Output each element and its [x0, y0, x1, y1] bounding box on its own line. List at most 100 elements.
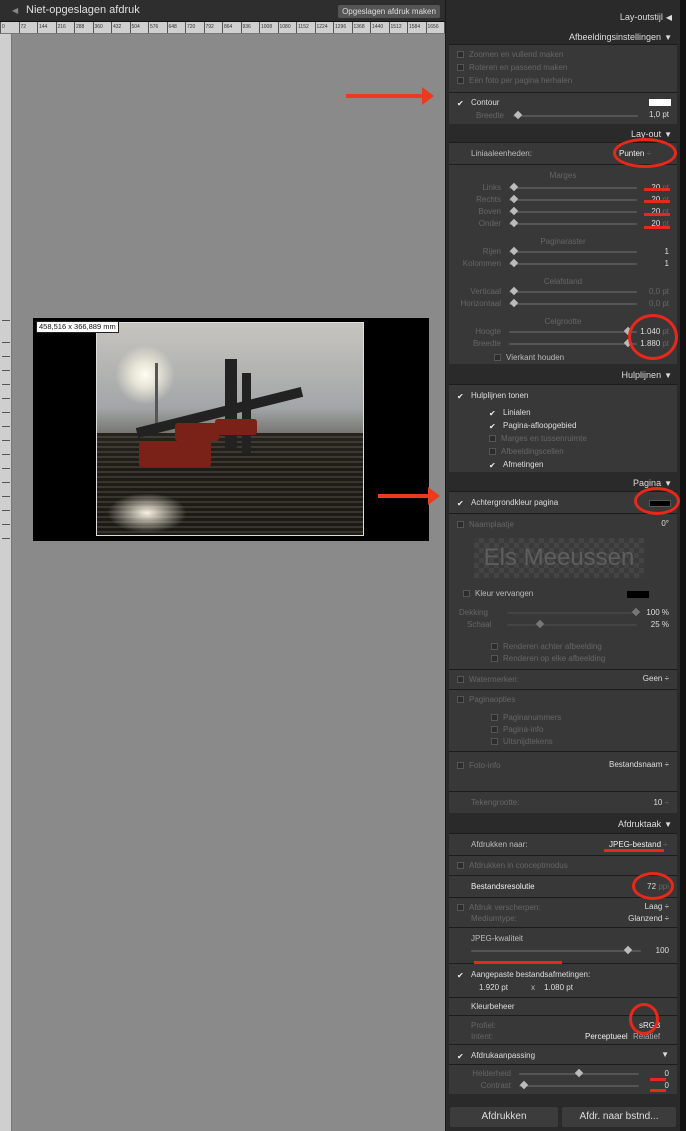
- slider-thumb[interactable]: [509, 182, 519, 192]
- checkbox[interactable]: [457, 64, 464, 71]
- scale-slider-thumb[interactable]: [535, 619, 545, 629]
- checkmark-icon[interactable]: ✔: [489, 408, 498, 418]
- checkbox[interactable]: [491, 726, 498, 733]
- checkmark-icon[interactable]: ✔: [457, 1051, 466, 1061]
- save-print-button[interactable]: Opgeslagen afdruk maken: [338, 5, 440, 18]
- panel-print-job-header[interactable]: Afdruktaak ▼: [446, 817, 680, 831]
- width-slider-thumb[interactable]: [513, 110, 523, 120]
- checkbox[interactable]: [457, 696, 464, 703]
- checkbox[interactable]: [489, 435, 496, 442]
- contour-color-swatch[interactable]: [649, 99, 671, 106]
- slider-track[interactable]: [509, 343, 637, 345]
- slider-track[interactable]: [509, 187, 637, 189]
- checkmark-icon[interactable]: ✔: [457, 98, 466, 108]
- checkmark-icon[interactable]: ✔: [457, 970, 466, 980]
- slider-thumb[interactable]: [509, 218, 519, 228]
- checkmark-icon[interactable]: ✔: [489, 460, 498, 470]
- guide-option[interactable]: Afbeeldingscellen: [489, 446, 669, 457]
- jpeg-quality-slider[interactable]: [471, 950, 641, 952]
- collapse-triangle-icon[interactable]: ◀: [12, 6, 18, 15]
- contour-toggle[interactable]: ✔ Contour: [457, 97, 669, 108]
- slider-thumb[interactable]: [509, 286, 519, 296]
- slider-value[interactable]: 0,0 pt: [649, 287, 669, 296]
- slider-track[interactable]: [509, 199, 637, 201]
- opacity-slider[interactable]: [507, 612, 637, 614]
- jpeg-quality-thumb[interactable]: [623, 945, 633, 955]
- media-select[interactable]: Glanzend ÷: [628, 914, 669, 923]
- slider-track[interactable]: [509, 263, 637, 265]
- option-repeat-photo[interactable]: Eén foto per pagina herhalen: [457, 75, 669, 86]
- guide-option[interactable]: ✔ Afmetingen: [489, 459, 669, 470]
- checkbox[interactable]: [457, 676, 464, 683]
- checkbox[interactable]: [457, 904, 464, 911]
- page-info-toggle[interactable]: Pagina-info: [491, 724, 669, 735]
- font-size-select[interactable]: 10 ÷: [653, 798, 669, 807]
- checkbox[interactable]: [494, 354, 501, 361]
- checkbox[interactable]: [457, 762, 464, 769]
- collapse-triangle-icon[interactable]: ▼: [661, 1050, 669, 1059]
- checkmark-icon[interactable]: ✔: [457, 391, 466, 401]
- photo-info-select[interactable]: Bestandsnaam ÷: [609, 760, 669, 769]
- slider-thumb[interactable]: [509, 258, 519, 268]
- draft-mode-toggle[interactable]: Afdrukken in conceptmodus: [457, 860, 669, 871]
- jpeg-quality-value[interactable]: 100: [656, 946, 669, 955]
- slider-thumb[interactable]: [509, 206, 519, 216]
- slider-thumb[interactable]: [509, 246, 519, 256]
- watermark-toggle[interactable]: Watermerken:: [457, 674, 669, 685]
- custom-size-toggle[interactable]: ✔ Aangepaste bestandsafmetingen:: [457, 969, 669, 980]
- contrast-slider-thumb[interactable]: [519, 1080, 529, 1090]
- intent-perceptual-option[interactable]: Perceptueel: [585, 1032, 628, 1041]
- slider-value[interactable]: 1: [665, 247, 669, 256]
- checkbox[interactable]: [491, 655, 498, 662]
- sharpen-toggle[interactable]: Afdruk verscherpen:: [457, 902, 669, 913]
- print-to-select[interactable]: JPEG-bestand ÷: [609, 840, 668, 849]
- checkmark-icon[interactable]: ✔: [457, 498, 466, 508]
- page-numbers-toggle[interactable]: Paginanummers: [491, 712, 669, 723]
- width-slider[interactable]: [513, 115, 638, 117]
- checkbox[interactable]: [491, 714, 498, 721]
- checkbox[interactable]: [463, 590, 470, 597]
- checkbox[interactable]: [491, 738, 498, 745]
- checkbox[interactable]: [457, 862, 464, 869]
- panel-image-settings-header[interactable]: Afbeeldingsinstellingen ▼: [446, 30, 680, 44]
- guide-option[interactable]: ✔ Pagina-afloopgebied: [489, 420, 669, 431]
- option-zoom-fill[interactable]: Zoomen en vullend maken: [457, 49, 669, 60]
- panel-layout-style-header[interactable]: Lay-outstijl ◀: [446, 10, 680, 24]
- guide-option[interactable]: ✔ Linialen: [489, 407, 669, 418]
- print-button[interactable]: Afdrukken: [450, 1107, 558, 1127]
- option-rotate-fit[interactable]: Roteren en passend maken: [457, 62, 669, 73]
- checkbox[interactable]: [491, 643, 498, 650]
- slider-track[interactable]: [509, 251, 637, 253]
- slider-track[interactable]: [509, 291, 637, 293]
- checkbox[interactable]: [457, 51, 464, 58]
- slider-value[interactable]: 1: [665, 259, 669, 268]
- checkbox[interactable]: [457, 77, 464, 84]
- nameplate-preview[interactable]: Els Meeussen: [474, 538, 644, 578]
- slider-thumb[interactable]: [509, 298, 519, 308]
- print-to-file-button[interactable]: Afdr. naar bstnd...: [562, 1107, 676, 1127]
- opacity-slider-thumb[interactable]: [631, 607, 641, 617]
- brightness-slider-thumb[interactable]: [574, 1068, 584, 1078]
- nameplate-toggle[interactable]: Naamplaatje: [457, 519, 669, 530]
- slider-track[interactable]: [509, 303, 637, 305]
- render-behind-toggle[interactable]: Renderen achter afbeelding: [491, 641, 669, 652]
- brightness-value[interactable]: 0: [665, 1069, 669, 1078]
- slider-thumb[interactable]: [509, 194, 519, 204]
- print-adjust-toggle[interactable]: ✔ Afdrukaanpassing: [457, 1050, 669, 1061]
- photo-cell[interactable]: [96, 322, 364, 536]
- page-options-toggle[interactable]: Paginaopties: [457, 694, 669, 705]
- panel-guides-header[interactable]: Hulplijnen ▼: [446, 368, 680, 382]
- scale-slider[interactable]: [507, 624, 637, 626]
- contrast-slider[interactable]: [519, 1085, 639, 1087]
- nameplate-angle[interactable]: 0°: [661, 519, 669, 528]
- slider-track[interactable]: [509, 331, 637, 333]
- custom-height-field[interactable]: 1.080 pt: [544, 983, 573, 992]
- slider-track[interactable]: [509, 223, 637, 225]
- replace-color-swatch[interactable]: [627, 591, 649, 598]
- render-each-toggle[interactable]: Renderen op elke afbeelding: [491, 653, 669, 664]
- checkmark-icon[interactable]: ✔: [489, 421, 498, 431]
- custom-width-field[interactable]: 1.920 pt: [479, 983, 508, 992]
- slider-track[interactable]: [509, 211, 637, 213]
- checkbox[interactable]: [489, 448, 496, 455]
- guide-option[interactable]: Marges en tussenruimte: [489, 433, 669, 444]
